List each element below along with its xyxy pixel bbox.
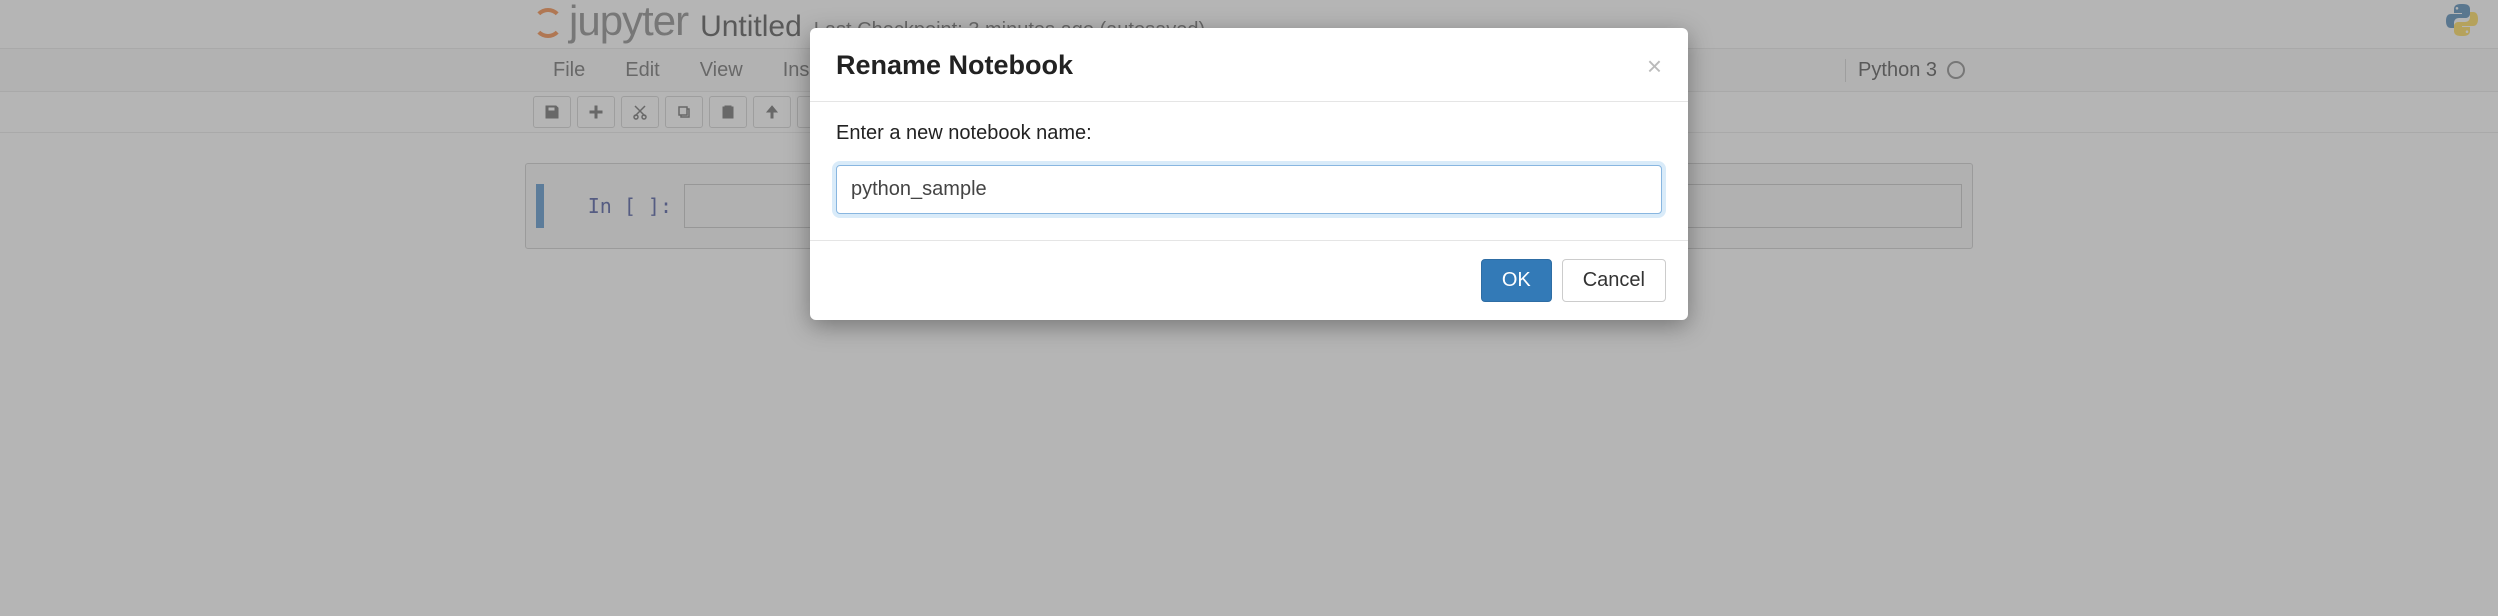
modal-label: Enter a new notebook name:: [836, 122, 1662, 145]
cancel-button[interactable]: Cancel: [1562, 259, 1666, 302]
close-icon[interactable]: ×: [1647, 53, 1662, 79]
notebook-name-input[interactable]: [836, 165, 1662, 214]
modal-title: Rename Notebook: [836, 50, 1073, 81]
ok-button[interactable]: OK: [1481, 259, 1552, 302]
rename-modal: Rename Notebook × Enter a new notebook n…: [810, 28, 1688, 320]
